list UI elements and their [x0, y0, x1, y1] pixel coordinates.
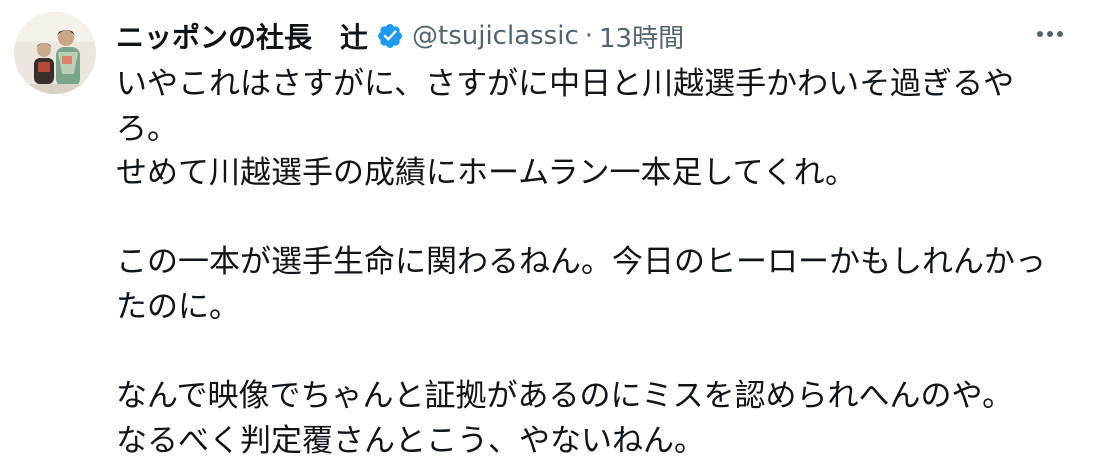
tweet: ニッポンの社長 辻 @tsujiclassic · 13時間 いやこれはさすがに… — [0, 0, 1097, 469]
separator-dot: · — [584, 21, 594, 51]
verified-badge-icon[interactable] — [376, 22, 404, 50]
tweet-text: いやこれはさすがに、さすがに中日と川越選手かわいそ過ぎるや ろ。 せめて川越選手… — [116, 62, 1076, 463]
avatar[interactable] — [14, 12, 96, 94]
more-options-icon[interactable] — [1030, 20, 1070, 48]
tweet-text-line: この一本が選手生命に関わるねん。今日のヒーローかもしれんかっ — [116, 244, 1046, 281]
tweet-text-line — [116, 330, 1076, 375]
tweet-text-line: なんで映像でちゃんと証拠があるのにミスを認められへんのや。 — [116, 378, 1014, 415]
author-handle[interactable]: @tsujiclassic — [412, 21, 579, 51]
tweet-text-line: ろ。 — [116, 110, 178, 147]
tweet-timestamp[interactable]: 13時間 — [599, 18, 684, 55]
tweet-text-line: せめて川越選手の成績にホームラン一本足してくれ。 — [116, 155, 856, 192]
tweet-text-line: たのに。 — [116, 288, 240, 325]
tweet-text-line: いやこれはさすがに、さすがに中日と川越選手かわいそ過ぎるや — [116, 66, 1015, 102]
tweet-header: ニッポンの社長 辻 @tsujiclassic · 13時間 — [116, 14, 684, 58]
tweet-text-line: なるべく判定覆さんとこう、やないねん。 — [116, 422, 705, 459]
author-display-name[interactable]: ニッポンの社長 辻 — [116, 16, 368, 56]
tweet-text-line — [116, 196, 1076, 241]
avatar-image — [14, 12, 96, 94]
